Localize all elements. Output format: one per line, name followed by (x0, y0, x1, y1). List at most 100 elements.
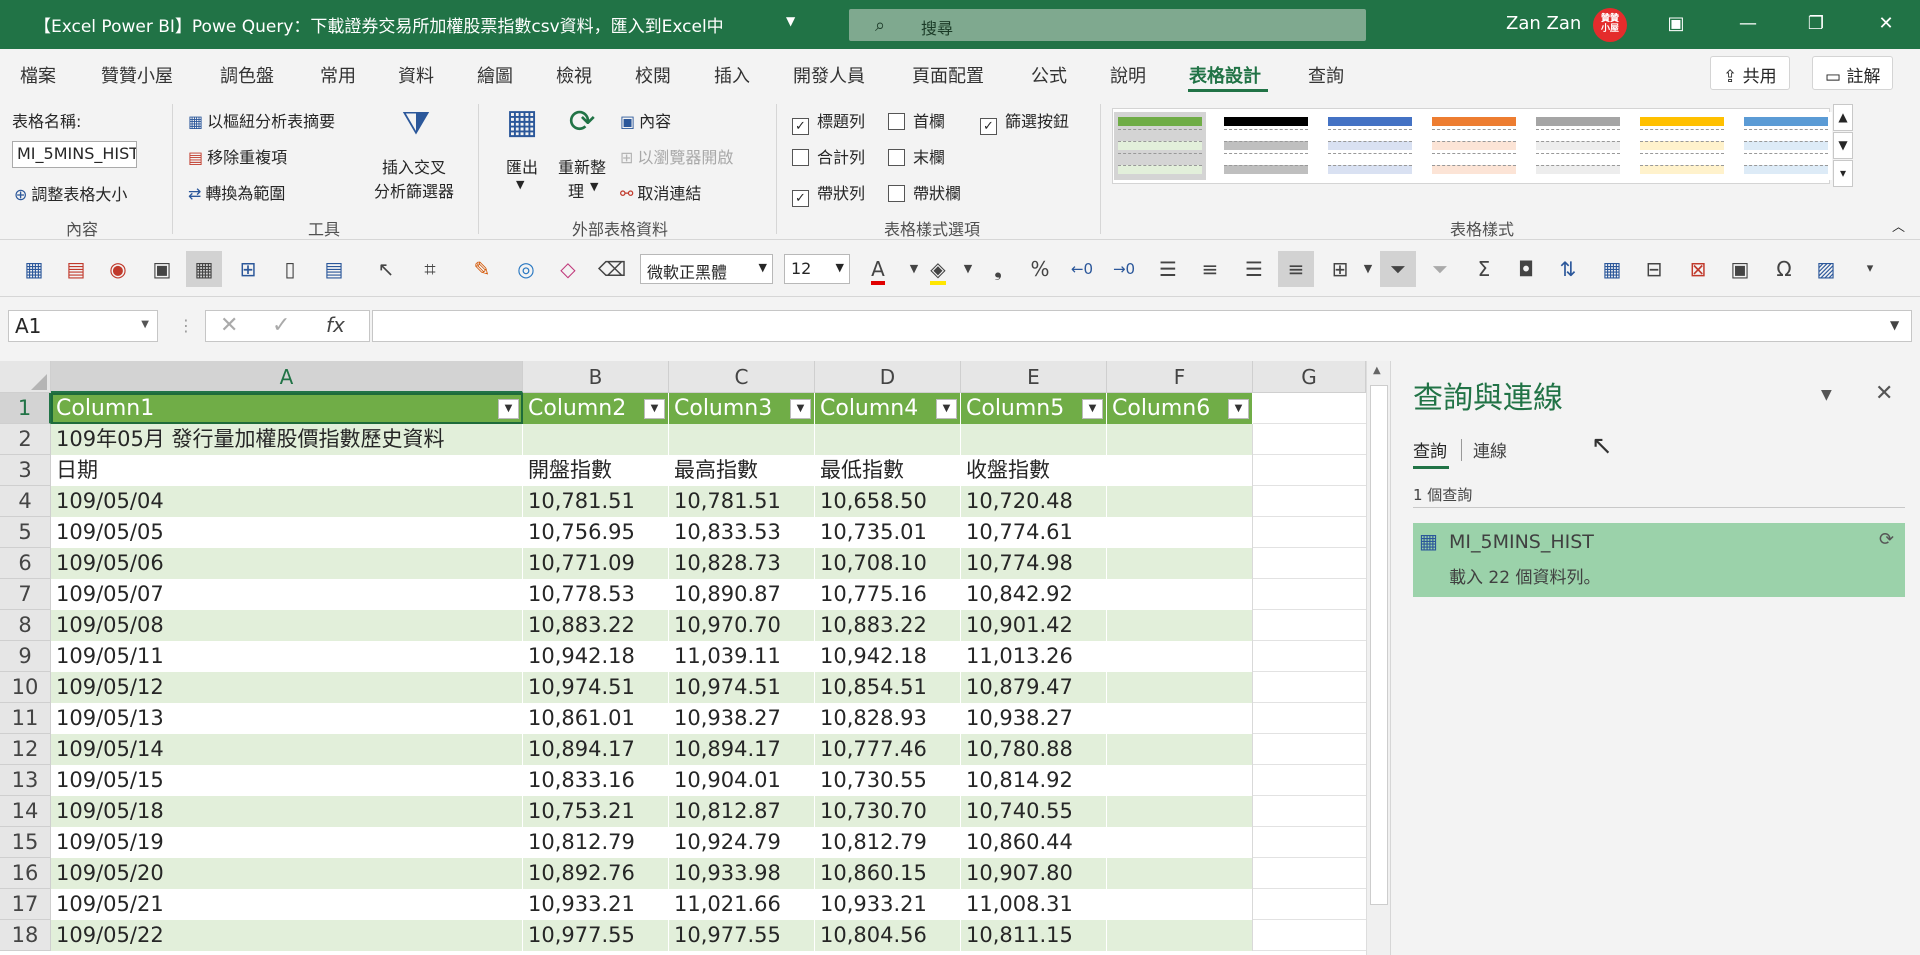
checkbox-unchecked[interactable] (888, 113, 905, 130)
worksheet-grid[interactable]: A B C D E F G 1 Column1 ▼ Column2 ▼ Column3 ▼ C… (0, 361, 1366, 955)
sort-icon[interactable]: ⇅ (1550, 251, 1586, 287)
tab-page-layout[interactable]: 頁面配置 (912, 62, 984, 88)
banded-columns-checkbox[interactable]: 帶狀欄 (888, 180, 961, 204)
align-right-icon[interactable]: ☰ (1236, 251, 1272, 287)
row-header[interactable]: 11 (0, 703, 51, 734)
row-header[interactable]: 5 (0, 517, 51, 548)
checkbox-unchecked[interactable] (888, 149, 905, 166)
table-header-cell[interactable]: Column3 ▼ (669, 393, 815, 424)
minimize-icon[interactable]: — (1728, 8, 1768, 40)
ribbon-display-options-icon[interactable]: ▣ (1656, 8, 1696, 40)
table-cell[interactable]: 10,974.51 (669, 672, 815, 703)
column-header-b[interactable]: B (523, 361, 669, 393)
query-item[interactable]: ▦ MI_5MINS_HIST 載入 22 個資料列。 ⟳ (1413, 523, 1905, 597)
checkbox-unchecked[interactable] (792, 149, 809, 166)
row-header[interactable]: 2 (0, 424, 51, 455)
delete-column-icon[interactable]: ⊠ (1680, 251, 1716, 287)
circle-icon[interactable]: ◎ (508, 251, 544, 287)
refresh-line2[interactable]: 理 (568, 178, 584, 202)
resize-table-button[interactable]: ⊕ 調整表格大小 (14, 181, 127, 205)
table-cell[interactable] (1107, 920, 1253, 951)
picture-icon[interactable]: ▨ (1808, 251, 1844, 287)
column-header-d[interactable]: D (815, 361, 961, 393)
share-button[interactable]: ⇪ 共用 (1710, 56, 1790, 90)
table-cell[interactable]: 109/05/13 (51, 703, 523, 734)
table-cell[interactable]: 11,039.11 (669, 641, 815, 672)
table-style-lightblue[interactable] (1740, 112, 1832, 180)
open-in-browser-button[interactable]: ⊞ 以瀏覽器開啟 (620, 144, 733, 168)
scrollbar-thumb[interactable] (1370, 385, 1388, 905)
table-cell[interactable]: 收盤指數 (961, 455, 1107, 486)
table-cell[interactable]: 109/05/07 (51, 579, 523, 610)
table-cell[interactable]: 109/05/08 (51, 610, 523, 641)
tab-zanzan[interactable]: 贊贊小屋 (101, 62, 173, 88)
cursor-icon[interactable]: ↖ (368, 251, 404, 287)
table-cell[interactable]: 日期 (51, 455, 523, 486)
scroll-up-icon[interactable]: ▲ (1373, 365, 1381, 376)
restore-icon[interactable]: ❐ (1796, 8, 1836, 40)
checkbox-unchecked[interactable] (888, 185, 905, 202)
gallery-scroll-up-icon[interactable]: ▲ (1833, 104, 1853, 131)
table-cell[interactable] (1107, 610, 1253, 641)
remove-duplicates-button[interactable]: ▤ 移除重複項 (188, 144, 287, 168)
table-cell[interactable]: 109/05/05 (51, 517, 523, 548)
tab-insert[interactable]: 插入 (714, 62, 750, 88)
table-cell[interactable] (1107, 796, 1253, 827)
filter-dropdown-icon[interactable]: ▼ (1228, 399, 1249, 419)
convert-to-range-button[interactable]: ⇄ 轉換為範圍 (188, 180, 285, 204)
table-header-cell[interactable]: Column5 ▼ (961, 393, 1107, 424)
customize-toolbar-icon[interactable]: ▾ (1852, 251, 1888, 287)
align-center-icon[interactable]: ≡ (1192, 251, 1228, 287)
row-header[interactable]: 13 (0, 765, 51, 796)
table-cell[interactable]: 10,811.15 (961, 920, 1107, 951)
table-cell[interactable]: 10,780.88 (961, 734, 1107, 765)
form-icon[interactable]: ▣ (1722, 251, 1758, 287)
table-cell[interactable]: 10,842.92 (961, 579, 1107, 610)
align-left-icon[interactable]: ☰ (1150, 251, 1186, 287)
user-name[interactable]: Zan Zan (1506, 13, 1581, 34)
row-header[interactable]: 16 (0, 858, 51, 889)
title-dropdown-icon[interactable]: ▼ (786, 14, 795, 28)
table-cell[interactable]: 10,812.79 (523, 827, 669, 858)
insert-slicer-line1[interactable]: 插入交叉 (382, 154, 446, 178)
row-header[interactable]: 7 (0, 579, 51, 610)
table-cell[interactable] (1107, 455, 1253, 486)
formula-input[interactable] (372, 310, 1912, 342)
table-cell[interactable]: 10,771.09 (523, 548, 669, 579)
pane-options-icon[interactable]: ▼ (1821, 387, 1832, 403)
column-header-c[interactable]: C (669, 361, 815, 393)
table-cell[interactable]: 109/05/11 (51, 641, 523, 672)
row-header[interactable]: 9 (0, 641, 51, 672)
table-cell[interactable]: 109/05/18 (51, 796, 523, 827)
table-style-orange[interactable] (1428, 112, 1520, 180)
table-cell[interactable]: 10,828.93 (815, 703, 961, 734)
table-cell[interactable]: 10,883.22 (523, 610, 669, 641)
table-cell[interactable]: 10,942.18 (523, 641, 669, 672)
table-cell[interactable]: 109/05/04 (51, 486, 523, 517)
column-header-g[interactable]: G (1253, 361, 1366, 393)
tab-review[interactable]: 校閱 (635, 62, 671, 88)
tab-help[interactable]: 說明 (1110, 62, 1146, 88)
table-cell[interactable] (1107, 579, 1253, 610)
table-cell[interactable]: 10,933.98 (669, 858, 815, 889)
grid-icon[interactable]: ▦ (186, 251, 222, 287)
insert-slicer-line2[interactable]: 分析篩選器 (374, 178, 454, 202)
record-macro-icon[interactable]: ◉ (100, 251, 136, 287)
avatar[interactable]: 贊贊小屋 (1593, 8, 1627, 42)
table-style-gold[interactable] (1636, 112, 1728, 180)
refresh-dropdown-icon[interactable]: ▼ (590, 180, 598, 193)
table-cell[interactable]: 10,879.47 (961, 672, 1107, 703)
autosum-icon[interactable]: Σ (1466, 251, 1502, 287)
table-cell[interactable]: 10,740.55 (961, 796, 1107, 827)
align-middle-icon[interactable]: ≡ (1278, 251, 1314, 287)
table-cell[interactable]: 10,883.22 (815, 610, 961, 641)
pane-close-icon[interactable]: ✕ (1875, 381, 1893, 406)
tab-query[interactable]: 查詢 (1308, 62, 1344, 88)
header-row-checkbox[interactable]: ✓ 標題列 (792, 108, 865, 135)
table-cell[interactable]: 10,974.51 (523, 672, 669, 703)
table-cell[interactable]: 10,901.42 (961, 610, 1107, 641)
column-header-f[interactable]: F (1107, 361, 1253, 393)
table-icon[interactable]: ⊞ (230, 251, 266, 287)
table-cell[interactable] (1107, 765, 1253, 796)
table-cell[interactable]: 109/05/14 (51, 734, 523, 765)
